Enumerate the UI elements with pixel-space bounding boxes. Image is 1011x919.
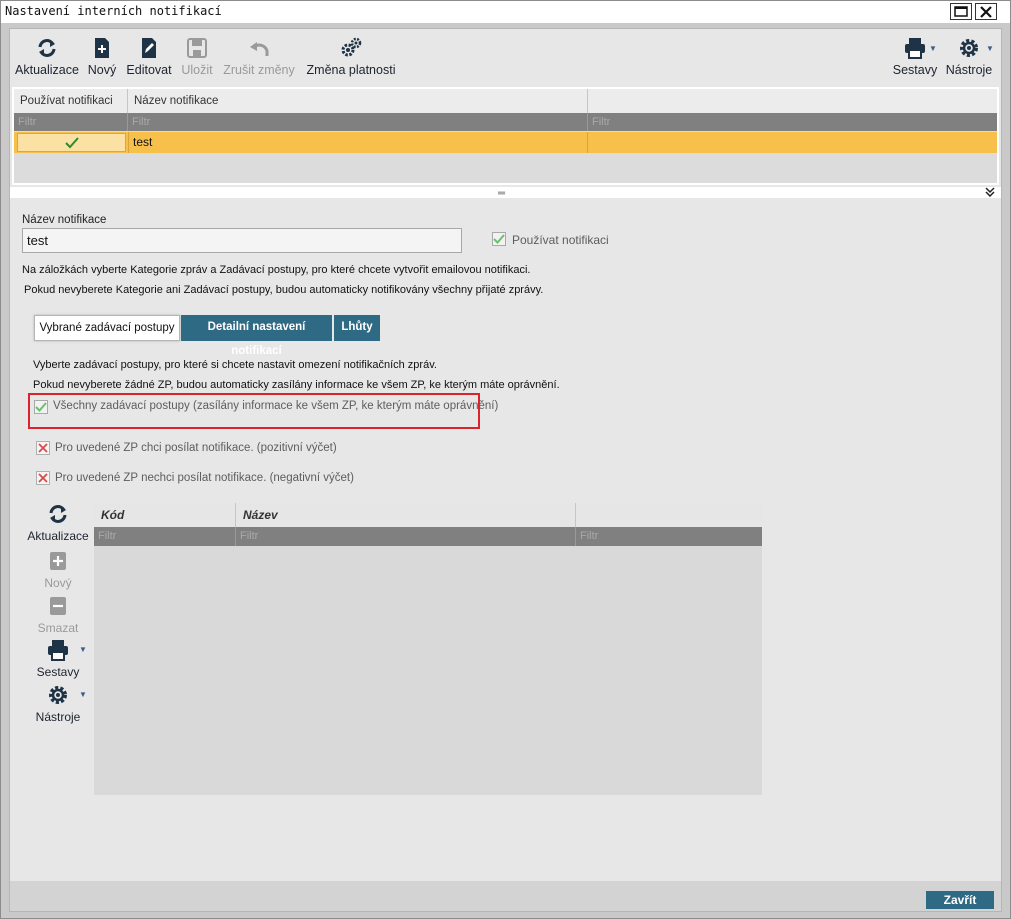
use-cell[interactable]	[17, 133, 126, 152]
column-header-code[interactable]: Kód	[94, 503, 236, 527]
reports-button[interactable]: Sestavy	[890, 37, 940, 77]
filter-extra[interactable]: Filtr	[576, 527, 762, 546]
use-notification-label: Používat notifikaci	[512, 233, 609, 247]
validity-change-label: Změna platnosti	[306, 63, 396, 77]
checkmark-icon	[493, 234, 505, 244]
grid-filter-row: Filtr Filtr Filtr	[94, 527, 762, 546]
negative-list-label: Pro uvedené ZP nechci posílat notifikace…	[55, 472, 354, 484]
tab-selected-procedures[interactable]: Vybrané zadávací postupy	[34, 315, 180, 341]
checkmark-icon	[35, 402, 47, 412]
dialog-window: Nastavení interních notifikací Aktualiza…	[0, 0, 1011, 919]
grid-header: Používat notifikaci Název notifikace	[14, 89, 997, 113]
filter-code[interactable]: Filtr	[94, 527, 236, 546]
cross-icon	[38, 443, 48, 453]
use-notification-checkbox[interactable]	[492, 232, 506, 246]
undo-button[interactable]: Zrušit změny	[220, 37, 298, 77]
tab-detailed-settings[interactable]: Detailní nastavení notifikací	[181, 315, 332, 357]
filter-name[interactable]: Filtr	[128, 113, 588, 131]
side-delete-label: Smazat	[37, 621, 79, 635]
plus-icon	[50, 552, 66, 570]
gear-icon	[49, 686, 67, 704]
positive-list-checkbox[interactable]	[36, 441, 50, 455]
save-icon	[187, 38, 207, 58]
save-button[interactable]: Uložit	[179, 37, 215, 77]
side-new-label: Nový	[44, 576, 72, 590]
new-button[interactable]: Nový	[87, 37, 117, 77]
side-tools-label: Nástroje	[35, 710, 81, 724]
splitter-grip-icon[interactable]: ═	[498, 188, 505, 199]
side-tools-caret-icon[interactable]: ▼	[79, 690, 87, 699]
filter-extra[interactable]: Filtr	[588, 113, 997, 131]
maximize-icon	[954, 6, 968, 17]
edit-label: Editovat	[126, 63, 172, 77]
side-refresh-button[interactable]: Aktualizace	[23, 503, 93, 543]
window-title: Nastavení interních notifikací	[5, 4, 222, 18]
positive-list-label: Pro uvedené ZP chci posílat notifikace. …	[55, 442, 337, 454]
notification-name-input[interactable]: test	[22, 228, 462, 253]
name-cell[interactable]: test	[128, 132, 588, 153]
refresh-icon	[49, 505, 67, 523]
printer-icon	[905, 38, 925, 59]
column-header-empty[interactable]	[588, 89, 997, 113]
reports-label: Sestavy	[892, 63, 938, 77]
edit-icon	[142, 38, 156, 58]
title-bar: Nastavení interních notifikací	[1, 1, 1010, 23]
dialog-body: Aktualizace Nový Editovat Uložit Zrušit …	[9, 28, 1002, 912]
new-label: Nový	[87, 63, 117, 77]
gear-icon	[960, 39, 978, 57]
tab-deadlines[interactable]: Lhůty	[334, 315, 380, 341]
undo-icon	[250, 42, 269, 56]
collapse-chevron-icon[interactable]	[985, 186, 995, 200]
undo-label: Zrušit změny	[223, 63, 295, 77]
notifications-grid: Používat notifikaci Název notifikace Fil…	[12, 87, 999, 185]
printer-icon	[48, 640, 68, 661]
refresh-label: Aktualizace	[15, 63, 79, 77]
maximize-button[interactable]	[950, 3, 972, 20]
table-row[interactable]: test	[14, 132, 997, 153]
close-window-button[interactable]	[975, 3, 997, 20]
name-field-label: Název notifikace	[22, 214, 107, 226]
new-document-icon	[95, 38, 109, 58]
minus-icon	[50, 597, 66, 615]
column-header-name[interactable]: Název notifikace	[128, 89, 588, 113]
reports-dropdown-caret-icon[interactable]: ▼	[929, 44, 937, 53]
column-header-empty[interactable]	[576, 503, 762, 527]
procedures-grid: Kód Název Filtr Filtr Filtr	[94, 503, 762, 795]
side-reports-label: Sestavy	[36, 665, 80, 679]
checkmark-icon	[64, 136, 79, 148]
tools-label: Nástroje	[945, 63, 993, 77]
side-refresh-label: Aktualizace	[27, 529, 89, 543]
validity-change-button[interactable]: Změna platnosti	[304, 37, 398, 77]
filter-title[interactable]: Filtr	[236, 527, 576, 546]
all-procedures-checkbox[interactable]	[34, 400, 48, 414]
tab-info-text-1: Vyberte zadávací postupy, pro které si c…	[33, 359, 437, 371]
side-reports-caret-icon[interactable]: ▼	[79, 645, 87, 654]
info-text-1: Na záložkách vyberte Kategorie zpráv a Z…	[22, 264, 531, 276]
close-button[interactable]: Zavřít	[926, 891, 994, 909]
dialog-footer: Zavřít	[10, 881, 1001, 911]
filter-use[interactable]: Filtr	[14, 113, 128, 131]
refresh-icon	[38, 39, 56, 57]
side-delete-button[interactable]: Smazat	[23, 595, 93, 635]
close-icon	[980, 5, 992, 18]
column-header-title[interactable]: Název	[236, 503, 576, 527]
grid-header: Kód Název	[94, 503, 762, 527]
gears-icon	[341, 37, 362, 57]
splitter[interactable]: ═	[10, 186, 1001, 200]
main-toolbar: Aktualizace Nový Editovat Uložit Zrušit …	[10, 29, 1001, 85]
cross-icon	[38, 473, 48, 483]
all-procedures-label: Všechny zadávací postupy (zasílány infor…	[53, 400, 499, 412]
refresh-button[interactable]: Aktualizace	[15, 37, 79, 77]
negative-list-checkbox[interactable]	[36, 471, 50, 485]
side-new-button[interactable]: Nový	[23, 550, 93, 590]
grid-filter-row: Filtr Filtr Filtr	[14, 113, 997, 131]
tab-info-text-2: Pokud nevyberete žádné ZP, budou automat…	[33, 379, 560, 391]
column-header-use[interactable]: Používat notifikaci	[14, 89, 128, 113]
tools-button[interactable]: Nástroje	[944, 37, 994, 77]
info-text-2: Pokud nevyberete Kategorie ani Zadávací …	[24, 284, 544, 296]
tools-dropdown-caret-icon[interactable]: ▼	[986, 44, 994, 53]
save-label: Uložit	[181, 63, 213, 77]
edit-button[interactable]: Editovat	[125, 37, 173, 77]
